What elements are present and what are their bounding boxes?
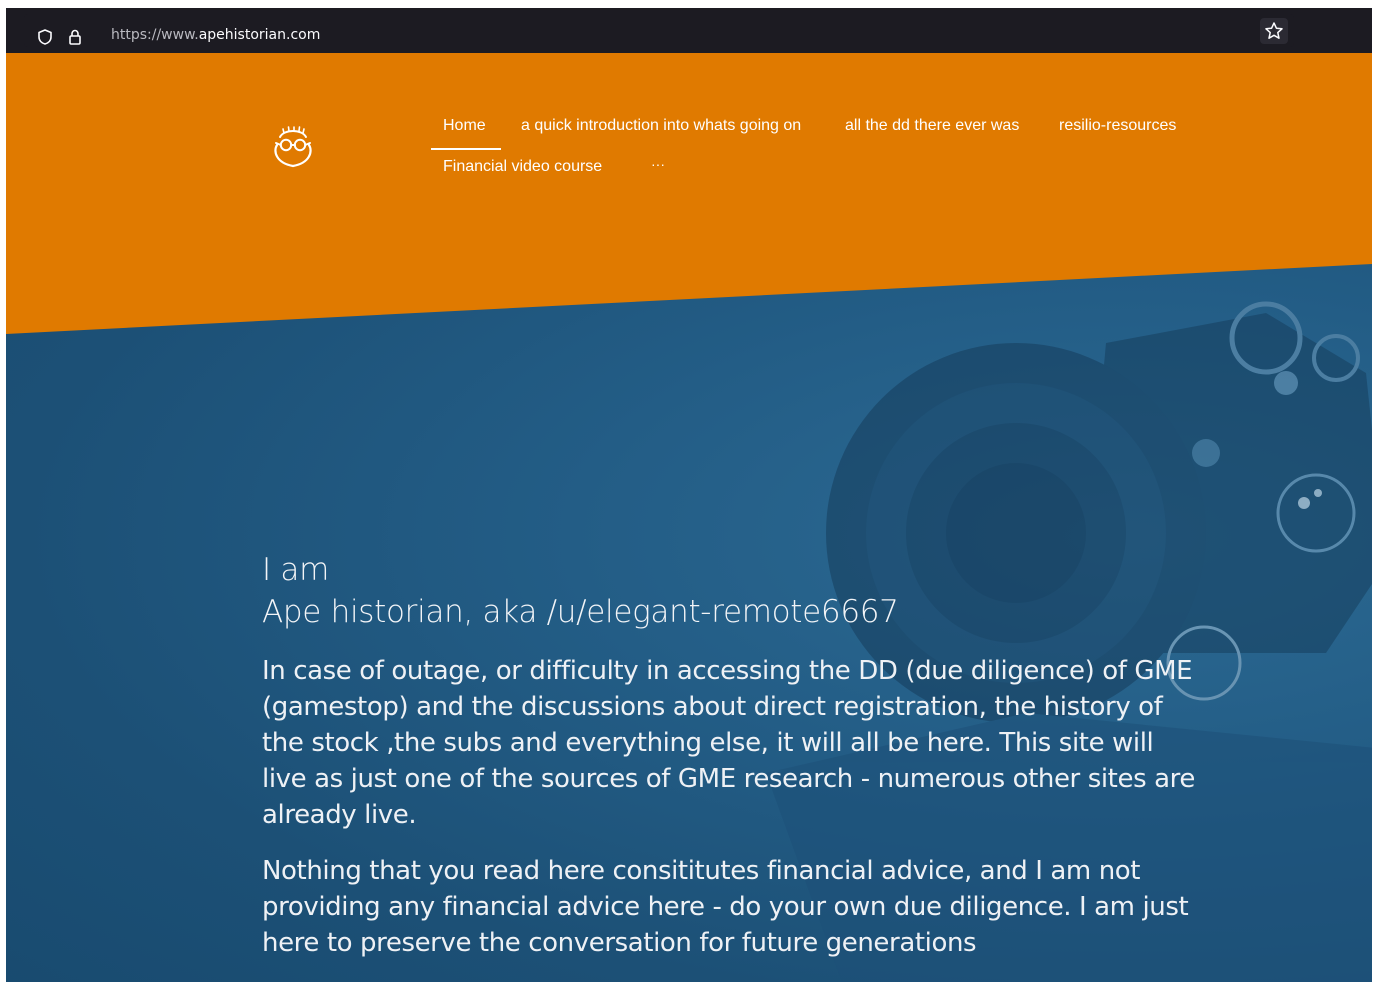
bookmark-button[interactable] bbox=[1260, 18, 1288, 44]
browser-toolbar: https://www.apehistorian.com bbox=[6, 8, 1372, 53]
url-domain: apehistorian.com bbox=[198, 27, 321, 43]
shield-icon[interactable] bbox=[36, 28, 54, 46]
url-text[interactable]: https://www.apehistorian.com bbox=[111, 27, 320, 43]
hero-paragraph-intro: In case of outage, or difficulty in acce… bbox=[262, 656, 1195, 830]
nav-active-indicator bbox=[431, 148, 501, 150]
nav-more-button[interactable]: ··· bbox=[651, 156, 665, 172]
nav-item-all-the-dd[interactable]: all the dd there ever was bbox=[845, 117, 1019, 135]
url-prefix: https://www. bbox=[111, 27, 199, 43]
lock-icon[interactable] bbox=[66, 28, 84, 46]
star-icon bbox=[1265, 22, 1283, 39]
hero-heading-line2: Ape historian, aka /u/elegant-remote6667 bbox=[262, 594, 899, 630]
nav-item-resilio-resources[interactable]: resilio-resources bbox=[1059, 117, 1176, 135]
web-page: Home a quick introduction into whats goi… bbox=[6, 53, 1372, 982]
hero-content: I am Ape historian, aka /u/elegant-remot… bbox=[262, 549, 1222, 961]
url-bar[interactable]: https://www.apehistorian.com bbox=[24, 14, 1294, 47]
hero-heading-line1: I am bbox=[262, 552, 329, 588]
browser-window: https://www.apehistorian.com Home a quic… bbox=[6, 8, 1372, 982]
nav-item-quick-introduction[interactable]: a quick introduction into whats going on bbox=[521, 117, 801, 135]
nav-item-financial-video-course[interactable]: Financial video course bbox=[443, 158, 602, 176]
hero-paragraph-disclaimer: Nothing that you read here consititutes … bbox=[262, 856, 1189, 958]
nav-item-home[interactable]: Home bbox=[443, 117, 486, 135]
glasses-face-icon[interactable] bbox=[270, 123, 316, 171]
